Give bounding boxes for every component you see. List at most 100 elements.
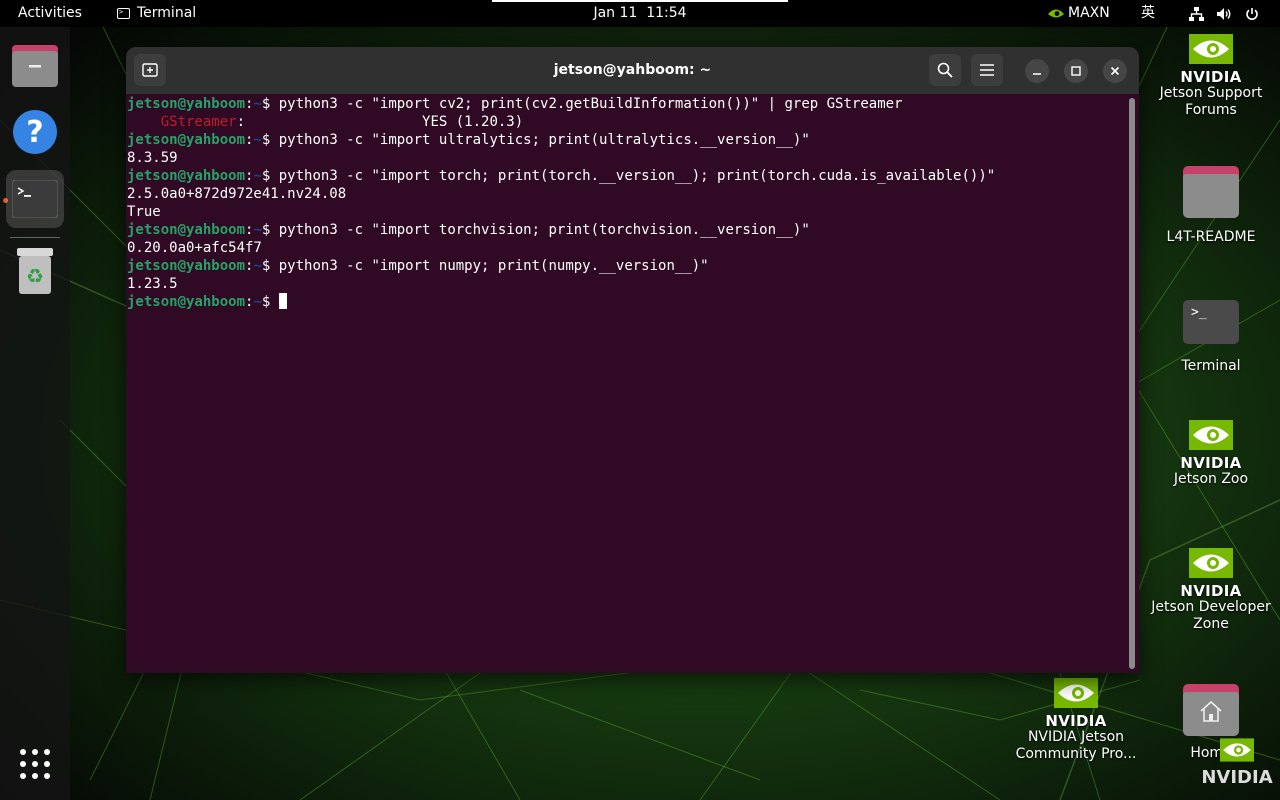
command-text: python3 -c "import cv2; print(cv2.getBui…: [278, 96, 903, 112]
trash-icon: ♻: [17, 248, 53, 294]
help-icon: ?: [13, 110, 57, 154]
terminal-icon: [12, 180, 58, 218]
dock-trash[interactable]: ♻: [6, 242, 64, 300]
grep-match: GStreamer: [160, 114, 237, 130]
prompt-path: ~: [253, 132, 262, 148]
desktop-jetson-zoo[interactable]: NVIDIA Jetson Zoo: [1151, 420, 1271, 488]
desktop-icon-label: L4T-README: [1166, 229, 1256, 245]
terminal-headerbar[interactable]: jetson@yahboom: ~: [126, 47, 1139, 94]
show-applications-button[interactable]: [6, 735, 64, 793]
folder-icon: [1183, 166, 1239, 218]
maximize-icon: [1071, 66, 1081, 76]
terminal-line: True: [127, 204, 161, 220]
command-text: python3 -c "import torchvision; print(to…: [278, 222, 810, 238]
app-grid-icon: [20, 749, 50, 779]
search-button[interactable]: [929, 54, 961, 86]
activities-button[interactable]: Activities: [18, 0, 82, 27]
nvidia-wordmark: NVIDIA: [1180, 454, 1242, 472]
desktop-icon-label: Jetson Developer: [1151, 599, 1271, 615]
desktop-l4t-readme[interactable]: L4T-README: [1151, 166, 1271, 246]
clock-button[interactable]: Jan 11 11:54: [593, 5, 686, 21]
nvidia-logo-icon: [1189, 420, 1233, 450]
terminal-output[interactable]: jetson@yahboom:~$ python3 -c "import cv2…: [127, 95, 1127, 673]
desktop-icon-label: Jetson Zoo: [1173, 471, 1249, 487]
desktop-icon-label: NVIDIA Jetson: [1027, 729, 1125, 745]
terminal-line: jetson@yahboom:~$ python3 -c "import ult…: [127, 131, 1127, 149]
home-icon: [1200, 700, 1222, 722]
maximize-button[interactable]: [1064, 59, 1088, 83]
command-text: python3 -c "import ultralytics; print(ul…: [278, 132, 810, 148]
nvidia-eye-icon: [1048, 9, 1064, 18]
nvidia-wordmark: NVIDIA: [1045, 712, 1107, 730]
dock-files[interactable]: [6, 37, 64, 95]
nvidia-corner-logo: NVIDIA: [1196, 736, 1278, 796]
app-menu-terminal[interactable]: > Terminal: [117, 0, 196, 27]
prompt-path: ~: [253, 168, 262, 184]
input-method-indicator[interactable]: 英: [1141, 0, 1155, 27]
desktop-icon-label: Terminal: [1181, 358, 1241, 374]
minimize-icon: [1033, 73, 1041, 75]
desktop-jetson-support-forums[interactable]: NVIDIA Jetson Support Forums: [1151, 34, 1271, 119]
desktop-jetson-developer-zone[interactable]: NVIDIA Jetson Developer Zone: [1146, 548, 1276, 633]
app-menu-label: Terminal: [137, 5, 197, 21]
nvidia-wordmark: NVIDIA: [1201, 767, 1273, 788]
terminal-icon: >: [117, 8, 130, 19]
terminal-line: jetson@yahboom:~$ python3 -c "import tor…: [127, 167, 1127, 185]
dock: ? ♻: [0, 27, 70, 800]
top-bar: Activities > Terminal Jan 11 11:54 MAXN …: [0, 0, 1280, 27]
prompt-path: ~: [253, 294, 262, 310]
system-tray[interactable]: [1189, 0, 1259, 27]
terminal-scrollbar[interactable]: [1129, 98, 1135, 669]
prompt-user: jetson@yahboom: [127, 222, 246, 238]
desktop-nvidia-jetson-community[interactable]: NVIDIA NVIDIA Jetson Community Pro...: [1011, 678, 1141, 763]
svg-text:♻: ♻: [26, 264, 44, 288]
hamburger-menu-button[interactable]: [971, 54, 1003, 86]
prompt-user: jetson@yahboom: [127, 96, 246, 112]
dock-separator: [10, 237, 60, 238]
power-icon: [1246, 7, 1258, 20]
prompt-symbol: $: [261, 96, 279, 112]
clock-time: 11:54: [646, 5, 687, 21]
terminal-window[interactable]: jetson@yahboom: ~ jetson@yahboom:~$ pyth…: [126, 47, 1139, 673]
dock-terminal[interactable]: [6, 170, 64, 228]
nvidia-logo-icon: [1054, 678, 1098, 708]
terminal-line: jetson@yahboom:~$ python3 -c "import cv2…: [127, 95, 1127, 113]
terminal-line: GStreamer: YES (1.20.3): [127, 113, 1127, 131]
new-tab-button[interactable]: [134, 54, 166, 86]
terminal-line: jetson@yahboom:~$ python3 -c "import tor…: [127, 221, 1127, 239]
terminal-line: 8.3.59: [127, 150, 178, 166]
terminal-line: jetson@yahboom:~$ python3 -c "import num…: [127, 257, 1127, 275]
prompt-path: ~: [253, 96, 262, 112]
output-indent: [127, 114, 161, 130]
desktop-icon-label: Jetson Support: [1159, 85, 1263, 101]
desktop-icon-label: Zone: [1193, 616, 1229, 632]
svg-text:?: ?: [26, 115, 43, 150]
desktop-icon-label: Forums: [1185, 102, 1237, 118]
terminal-icon: >_: [1183, 300, 1239, 344]
text-cursor: [278, 293, 287, 309]
terminal-line: 0.20.0a0+afc54f7: [127, 240, 262, 256]
power-mode-indicator[interactable]: MAXN: [1048, 0, 1110, 27]
close-button[interactable]: [1103, 59, 1127, 83]
minimize-button[interactable]: [1025, 59, 1049, 83]
terminal-line: 2.5.0a0+872d972e41.nv24.08: [127, 186, 347, 202]
terminal-line: jetson@yahboom:~$: [127, 293, 1127, 311]
prompt-path: ~: [253, 258, 262, 274]
prompt-symbol: $: [261, 222, 279, 238]
prompt-symbol: $: [261, 258, 279, 274]
home-folder-icon: [1183, 684, 1239, 736]
prompt-symbol: $: [261, 132, 279, 148]
desktop-terminal[interactable]: >_ Terminal: [1151, 300, 1271, 375]
command-text: python3 -c "import numpy; print(numpy.__…: [278, 258, 709, 274]
close-icon: [1110, 66, 1120, 76]
output-text: : YES (1.20.3): [236, 114, 524, 130]
prompt-symbol: $: [261, 294, 279, 310]
nvidia-wordmark: NVIDIA: [1180, 582, 1242, 600]
terminal-line: 1.23.5: [127, 276, 178, 292]
prompt-user: jetson@yahboom: [127, 168, 246, 184]
dock-help[interactable]: ?: [6, 103, 64, 161]
hamburger-icon: [980, 64, 994, 76]
network-icon: [1189, 6, 1204, 21]
command-text: python3 -c "import torch; print(torch.__…: [278, 168, 996, 184]
nvidia-logo-icon: [1189, 34, 1233, 64]
